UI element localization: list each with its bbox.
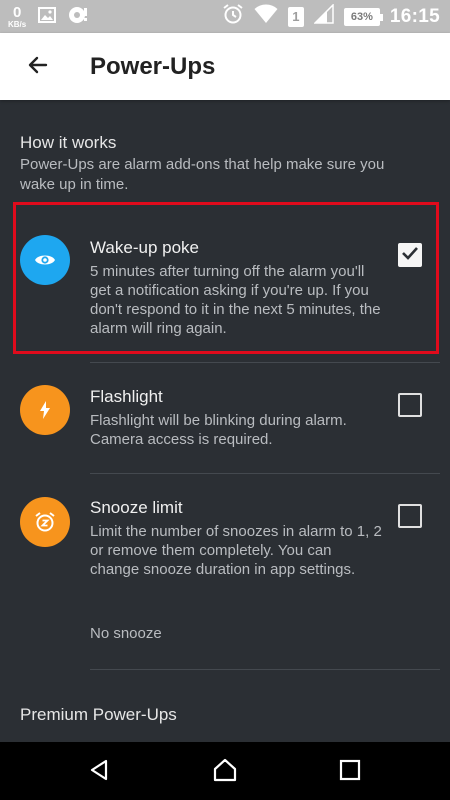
triangle-back-icon: [87, 758, 111, 787]
image-icon: [38, 6, 57, 28]
power-up-description: Limit the number of snoozes in alarm to …: [90, 523, 382, 578]
signal-icon: [313, 3, 334, 29]
page-title: Power-Ups: [90, 53, 216, 80]
navigation-bar: [0, 742, 450, 800]
power-up-description: Flashlight will be blinking during alarm…: [90, 412, 347, 448]
nav-recents-button[interactable]: [332, 754, 368, 790]
network-speed: 0 KB/s: [8, 5, 26, 29]
snooze-alarm-icon: [20, 497, 70, 547]
square-recents-icon: [339, 759, 361, 786]
snooze-limit-value[interactable]: No snooze: [90, 625, 162, 642]
divider: [90, 473, 440, 474]
clock: 16:15: [389, 5, 440, 27]
divider: [90, 362, 440, 363]
network-speed-value: 0: [12, 4, 22, 21]
lightning-icon: [20, 385, 70, 435]
alarm-clock-icon: [222, 3, 244, 30]
power-up-title: Flashlight: [90, 387, 163, 406]
nav-back-button[interactable]: [81, 754, 117, 790]
status-bar: 0 KB/s 1 63% 16:15: [0, 0, 450, 33]
divider: [90, 669, 440, 670]
how-it-works-description: Power-Ups are alarm add-ons that help ma…: [20, 156, 385, 193]
snooze-limit-checkbox[interactable]: [398, 504, 422, 528]
flashlight-checkbox[interactable]: [398, 393, 422, 417]
power-up-title: Snooze limit: [90, 498, 183, 517]
record-icon: [68, 5, 88, 30]
highlight-annotation: [13, 202, 439, 354]
premium-heading: Premium Power-Ups: [20, 705, 177, 724]
how-it-works-heading: How it works: [20, 133, 117, 152]
nav-home-button[interactable]: [207, 754, 243, 790]
network-speed-unit: KB/s: [8, 20, 27, 29]
app-bar: Power-Ups: [0, 33, 450, 100]
arrow-left-icon: [26, 53, 50, 82]
home-icon: [212, 758, 238, 787]
back-button[interactable]: [22, 51, 54, 83]
wifi-icon: [254, 4, 278, 29]
battery-indicator: 63%: [343, 7, 383, 26]
sim-slot-badge: 1: [287, 6, 304, 27]
